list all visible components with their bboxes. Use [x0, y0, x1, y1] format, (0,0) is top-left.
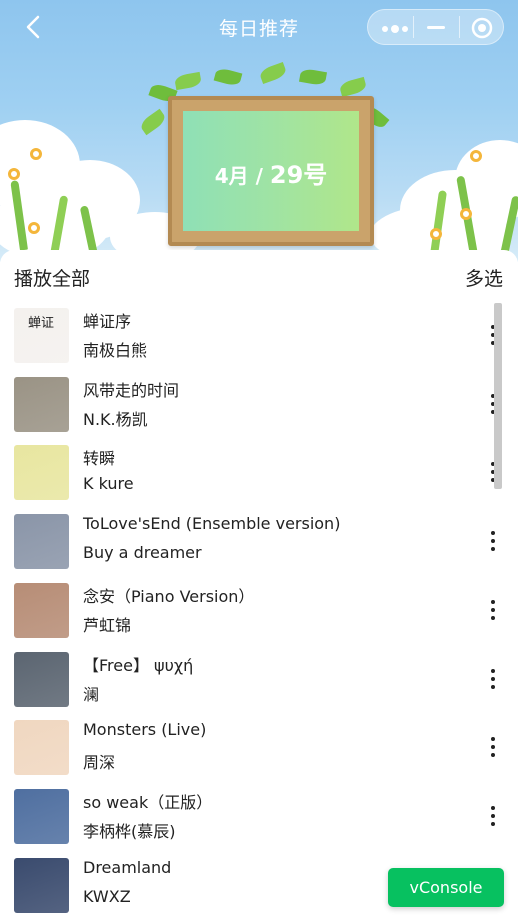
album-cover — [14, 514, 69, 569]
album-cover — [14, 377, 69, 432]
leaf-decoration — [298, 67, 328, 87]
header-banner: 4月 / 29号 每日推荐 — [0, 0, 518, 262]
song-title: 蝉证序 — [83, 312, 132, 331]
song-artist: KWXZ — [83, 887, 131, 906]
flower-decoration — [28, 222, 40, 234]
song-row[interactable]: 转瞬 K kure — [0, 439, 518, 508]
album-cover: 蝉证 — [14, 308, 69, 363]
date-separator: / — [255, 164, 263, 188]
flower-decoration — [430, 228, 442, 240]
leaf-decoration — [173, 71, 203, 91]
leaf-decoration — [338, 76, 368, 98]
target-circle-icon[interactable] — [471, 17, 493, 39]
flower-decoration — [8, 168, 20, 180]
date-month: 4月 — [214, 164, 249, 188]
capsule-divider — [413, 16, 414, 38]
song-title: 风带走的时间 — [83, 381, 180, 400]
vconsole-button[interactable]: vConsole — [388, 868, 504, 907]
song-artist: 澜 — [83, 685, 100, 704]
vertical-dots-icon[interactable] — [484, 734, 502, 760]
album-cover — [14, 720, 69, 775]
flower-decoration — [460, 208, 472, 220]
song-row[interactable]: Monsters (Live) 周深 — [0, 714, 518, 783]
flower-decoration — [30, 148, 42, 160]
capsule-divider — [459, 16, 460, 38]
song-row[interactable]: 蝉证 蝉证序南极白熊 — [0, 302, 518, 371]
list-header: 播放全部 多选 — [0, 250, 518, 302]
song-title: ToLove'sEnd (Ensemble version) — [83, 514, 341, 533]
scrollbar[interactable] — [494, 303, 502, 489]
song-artist: 芦虹锦 — [83, 616, 132, 635]
minimize-icon[interactable] — [427, 26, 445, 29]
album-cover-text: 蝉证 — [28, 316, 55, 331]
song-row[interactable]: 【Free】 ψυχή 澜 — [0, 646, 518, 715]
song-artist: 周深 — [83, 753, 116, 772]
more-dots-icon[interactable] — [380, 21, 410, 35]
vertical-dots-icon[interactable] — [484, 528, 502, 554]
leaf-decoration — [138, 108, 168, 136]
song-title: 念安（Piano Version） — [83, 587, 255, 606]
vertical-dots-icon[interactable] — [484, 597, 502, 623]
multi-select-button[interactable]: 多选 — [465, 264, 503, 291]
album-cover — [14, 789, 69, 844]
album-cover — [14, 445, 69, 500]
leaf-decoration — [258, 61, 288, 85]
song-artist: 李柄桦(慕辰) — [83, 822, 176, 841]
album-cover — [14, 652, 69, 707]
song-title: so weak（正版） — [83, 793, 213, 812]
recommend-date: 4月 / 29号 — [183, 155, 359, 190]
date-board-panel: 4月 / 29号 — [183, 111, 359, 231]
song-row[interactable]: ToLove'sEnd (Ensemble version) Buy a drea… — [0, 508, 518, 577]
song-row[interactable]: 风带走的时间 N.K.杨凯 — [0, 371, 518, 440]
vertical-dots-icon[interactable] — [484, 803, 502, 829]
song-title: Dreamland — [83, 858, 172, 877]
song-row[interactable]: 念安（Piano Version） 芦虹锦 — [0, 577, 518, 646]
song-artist: Buy a dreamer — [83, 543, 202, 562]
song-title: 【Free】 ψυχή — [83, 656, 194, 675]
song-artist: 南极白熊 — [83, 341, 148, 360]
play-all-button[interactable]: 播放全部 — [14, 264, 90, 291]
album-cover — [14, 583, 69, 638]
date-day: 29号 — [269, 161, 328, 189]
navigation-bar: 每日推荐 — [0, 0, 518, 54]
leaf-decoration — [213, 66, 243, 88]
song-row[interactable]: so weak（正版） 李柄桦(慕辰) — [0, 783, 518, 852]
song-artist: K kure — [83, 474, 134, 493]
miniprogram-capsule — [367, 9, 504, 45]
flower-decoration — [470, 150, 482, 162]
song-title: Monsters (Live) — [83, 720, 207, 739]
song-title: 转瞬 — [83, 449, 116, 468]
album-cover — [14, 858, 69, 913]
song-artist: N.K.杨凯 — [83, 410, 148, 429]
vertical-dots-icon[interactable] — [484, 666, 502, 692]
date-board: 4月 / 29号 — [168, 96, 374, 246]
